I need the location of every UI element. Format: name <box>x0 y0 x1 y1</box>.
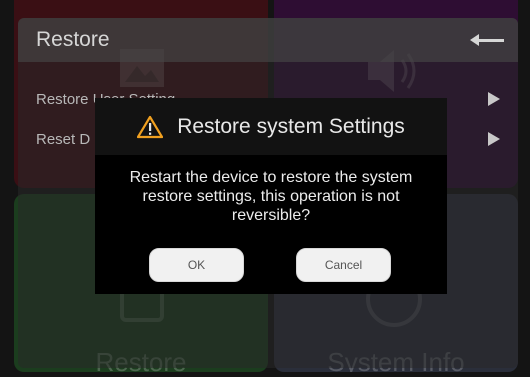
play-arrow-icon <box>488 92 500 106</box>
dialog-header: Restore system Settings <box>95 98 447 155</box>
warning-icon <box>137 115 164 138</box>
panel-header: Restore <box>18 18 518 62</box>
restore-dialog: Restore system Settings Restart the devi… <box>95 98 447 294</box>
dialog-message: Restart the device to restore the system… <box>129 169 413 224</box>
ok-button[interactable]: OK <box>149 248 244 282</box>
reset-device-label: Reset D <box>36 130 91 148</box>
back-arrow-icon[interactable] <box>470 30 504 50</box>
play-arrow-icon <box>488 132 500 146</box>
dialog-title: Restore system Settings <box>177 114 405 138</box>
cancel-button[interactable]: Cancel <box>296 248 391 282</box>
panel-title: Restore <box>36 28 110 51</box>
